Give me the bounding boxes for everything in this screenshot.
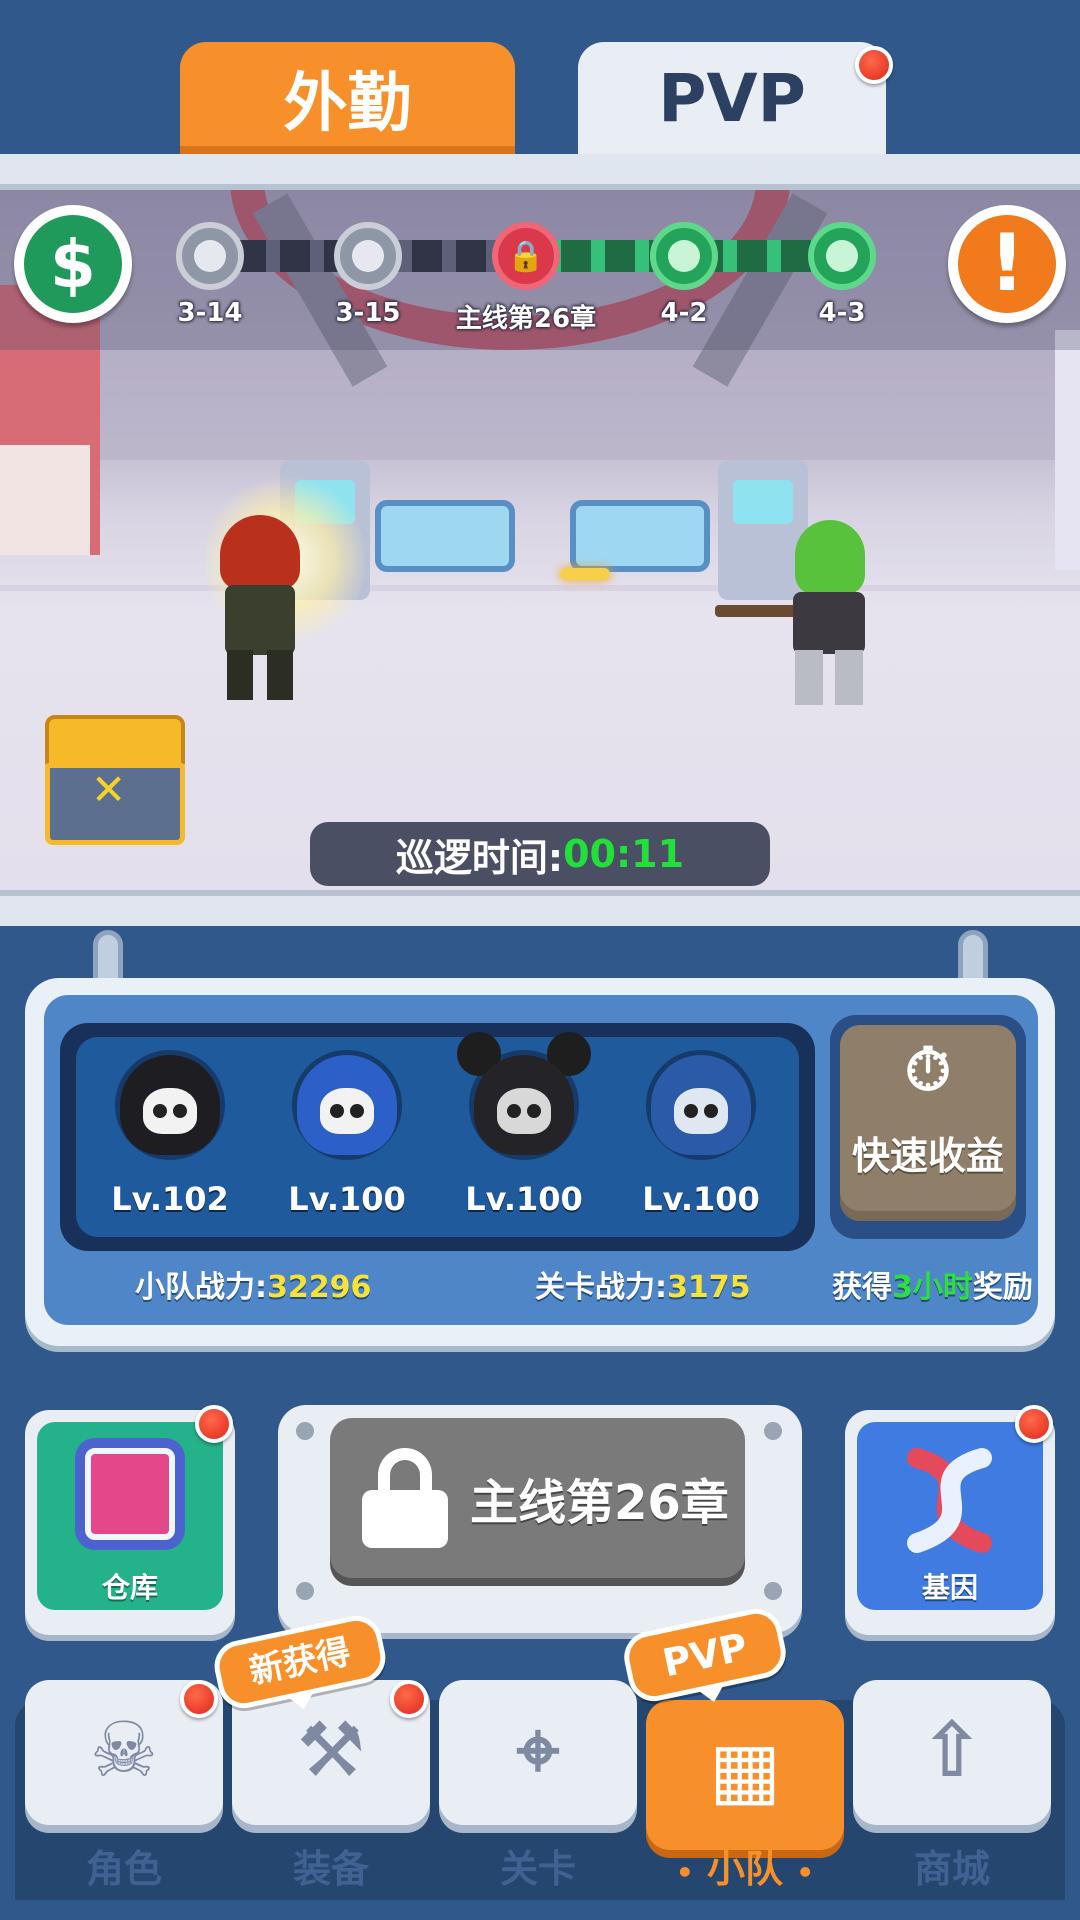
barrier-left: [375, 500, 515, 572]
hero-avatar: [115, 1050, 225, 1160]
nav-shop-label: 商城: [913, 1847, 990, 1891]
squad-hero-card[interactable]: Lv.100: [272, 1050, 422, 1230]
tab-patrol[interactable]: 外勤: [180, 42, 515, 154]
floor-edge: [0, 585, 1080, 591]
warehouse-cube-icon: [85, 1448, 175, 1540]
hero-avatar: [292, 1050, 402, 1160]
nav-shop-button[interactable]: ⇧: [853, 1680, 1051, 1825]
stage-power-value: 3175: [667, 1270, 751, 1305]
main-quest-button[interactable]: 主线第26章: [330, 1418, 745, 1578]
lock-icon: [362, 1448, 448, 1548]
stage-label: 4-3: [818, 298, 866, 328]
zombie-enemy: [715, 520, 885, 720]
bullet: [560, 568, 610, 580]
nav-stage-button[interactable]: ⌖: [439, 1680, 637, 1825]
stage-node-chapter-26[interactable]: 🔒: [492, 222, 560, 290]
shop-upload-icon: ⇧: [920, 1705, 984, 1794]
stage-node-3-14[interactable]: [176, 222, 244, 290]
patrol-timer-label: 巡逻时间:: [395, 835, 564, 880]
reward-hours: 3小时: [892, 1270, 973, 1305]
stage-node-4-3[interactable]: [808, 222, 876, 290]
quick-reward-label: 快速收益: [851, 1134, 1004, 1178]
gene-button[interactable]: 基因: [845, 1410, 1055, 1635]
barrier-right: [570, 500, 710, 572]
exclamation-icon: !: [958, 215, 1056, 313]
panel-bolt: [764, 1582, 782, 1600]
gene-label: 基因: [921, 1571, 978, 1604]
warehouse-notification-dot: [195, 1405, 233, 1443]
main-quest-label: 主线第26章: [470, 1475, 729, 1531]
stage-node-4-2[interactable]: [650, 222, 718, 290]
character-notification-dot: [180, 1680, 218, 1718]
equipment-notification-dot: [390, 1680, 428, 1718]
hero-avatar: [646, 1050, 756, 1160]
panel-bolt: [764, 1422, 782, 1440]
scene-pillar: [1055, 330, 1080, 570]
quick-reward-button[interactable]: ⏱ 快速收益: [830, 1015, 1026, 1239]
scene-top-frame: [0, 154, 1080, 190]
skull-icon: ☠: [89, 1705, 159, 1794]
scene-bottom-frame: [0, 890, 1080, 926]
nav-squad-button[interactable]: ▦: [646, 1700, 844, 1850]
game-screen: 外勤 PVP ✕ $ ! 🔒 3-14 3-15 主线第26章 4-2 4-3 …: [0, 0, 1080, 1920]
nav-character-label: 角色: [85, 1847, 162, 1891]
chest-clasp-icon: ✕: [91, 765, 127, 814]
dollar-icon: $: [24, 215, 122, 313]
hero-level: Lv.100: [288, 1180, 406, 1218]
treasure-chest[interactable]: ✕: [45, 715, 185, 845]
stage-label: 3-15: [335, 298, 401, 328]
panel-bolt: [296, 1422, 314, 1440]
patrol-timer: 巡逻时间: 00:11: [310, 822, 770, 886]
hero-level: Lv.102: [111, 1180, 229, 1218]
patrol-timer-value: 00:11: [563, 832, 685, 876]
stage-node-3-15[interactable]: [334, 222, 402, 290]
squad-hero-card[interactable]: Lv.100: [626, 1050, 776, 1230]
gene-notification-dot: [1015, 1405, 1053, 1443]
hero-level: Lv.100: [642, 1180, 760, 1218]
stage-label: 主线第26章: [455, 304, 597, 334]
squad-grid-icon: ▦: [709, 1725, 781, 1814]
pvp-notification-dot: [855, 46, 893, 84]
stage-label: 3-14: [177, 298, 243, 328]
squad-hero-card[interactable]: Lv.102: [95, 1050, 245, 1230]
dna-helix-icon: [907, 1448, 992, 1553]
quick-reward-info: 获得3小时奖励: [832, 1270, 1033, 1305]
lock-icon: 🔒: [507, 238, 545, 274]
stage-power: 关卡战力:3175: [535, 1270, 751, 1305]
squad-hero-card[interactable]: Lv.100: [449, 1032, 599, 1230]
hero-avatar: [457, 1032, 591, 1160]
warehouse-label: 仓库: [101, 1571, 158, 1604]
team-power: 小队战力:32296: [135, 1270, 372, 1305]
nav-equipment-label: 装备: [292, 1847, 369, 1891]
stage-label: 4-2: [660, 298, 708, 328]
map-pin-icon: ⌖: [516, 1705, 560, 1794]
tab-pvp[interactable]: PVP: [578, 42, 886, 154]
player-hero: [215, 515, 315, 710]
income-button[interactable]: $: [14, 205, 132, 323]
weapon-icon: ⚒: [296, 1705, 366, 1794]
panel-bolt: [296, 1582, 314, 1600]
hero-level: Lv.100: [465, 1180, 583, 1218]
notice-button[interactable]: !: [948, 205, 1066, 323]
nav-stage-label: 关卡: [499, 1847, 576, 1891]
stopwatch-icon: ⏱: [904, 1035, 952, 1105]
team-power-value: 32296: [267, 1270, 372, 1305]
nav-squad-label: • 小队 •: [675, 1847, 815, 1891]
warehouse-button[interactable]: 仓库: [25, 1410, 235, 1635]
